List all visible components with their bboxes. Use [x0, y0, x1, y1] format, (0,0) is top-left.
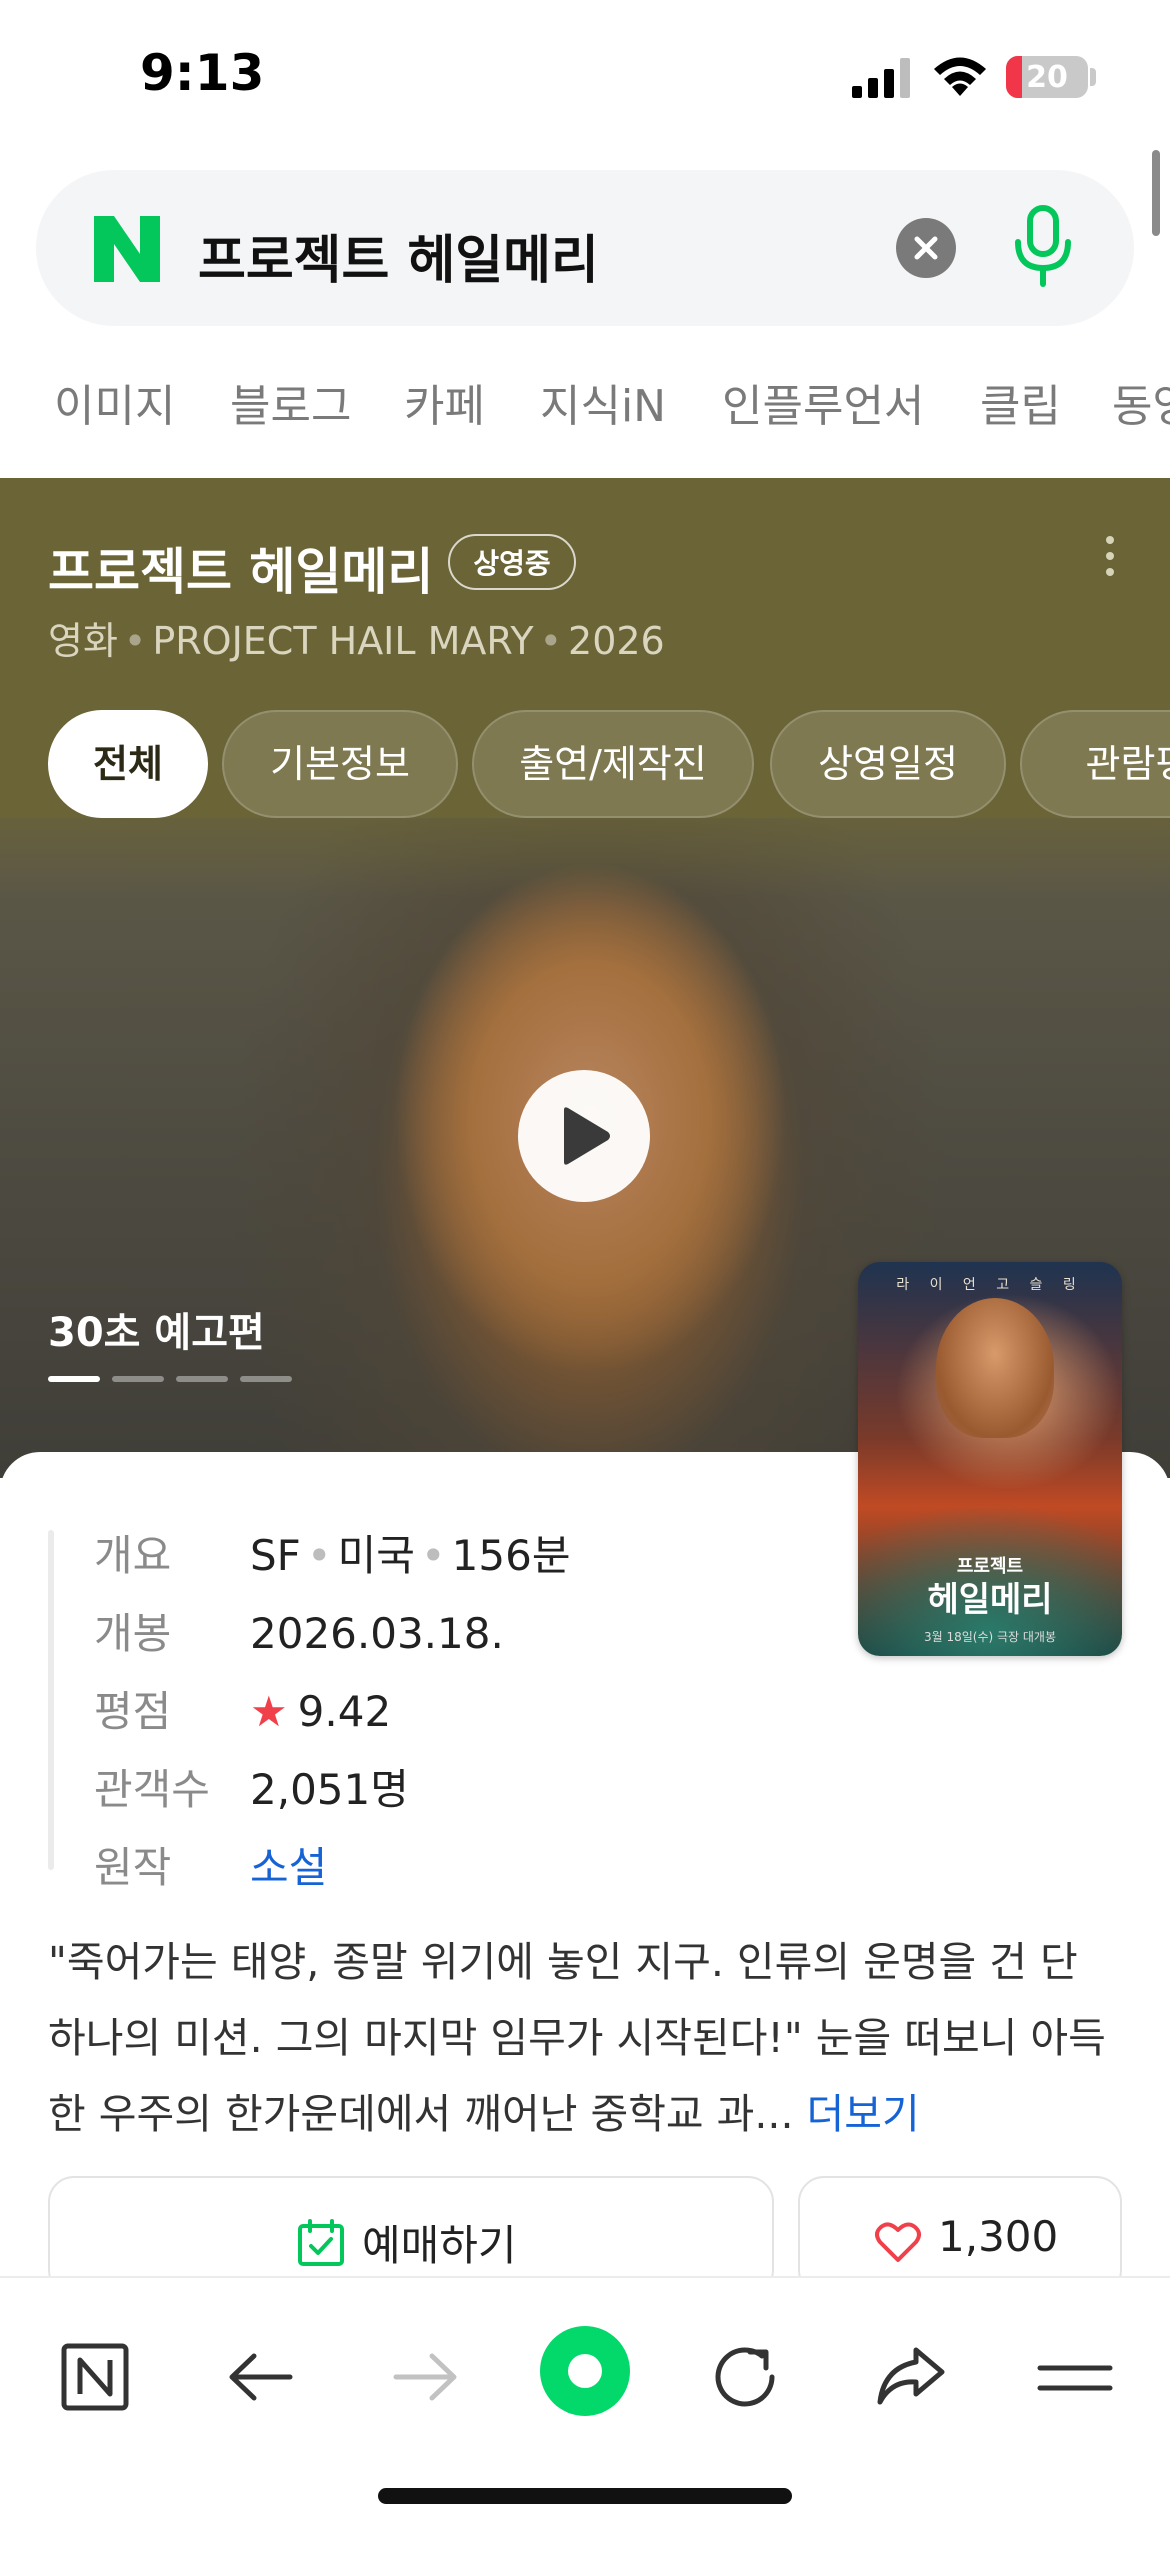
info-rating-row: 평점 ★ 9.42: [94, 1678, 391, 1739]
menu-icon[interactable]: [1030, 2332, 1120, 2422]
movie-year: 2026: [568, 619, 665, 663]
battery-tip: [1090, 68, 1096, 86]
clear-search-button[interactable]: [896, 218, 956, 278]
trailer-pager-segment: [48, 1376, 100, 1382]
tab-knowledge-in[interactable]: 지식iN: [540, 370, 666, 434]
audience-label: 관객수: [94, 1765, 210, 1814]
trailer-label: 30초 예고편: [48, 1310, 265, 1356]
tab-cafe[interactable]: 카페: [404, 370, 485, 434]
more-options-icon[interactable]: [1100, 536, 1120, 586]
cellular-signal-icon: [852, 58, 910, 98]
tab-blog[interactable]: 블로그: [230, 370, 351, 434]
naver-logo-icon: [94, 216, 160, 282]
forward-arrow-icon[interactable]: [380, 2332, 470, 2422]
poster-title-large: 헤일메리: [927, 1580, 1053, 1620]
battery-icon: 20: [1006, 56, 1088, 98]
tab-cast-crew[interactable]: 출연/제작진: [472, 710, 754, 818]
voice-search-icon[interactable]: [1008, 204, 1078, 294]
play-button[interactable]: [518, 1070, 650, 1202]
release-label: 개봉: [94, 1609, 172, 1658]
play-icon: [564, 1107, 610, 1165]
search-bar[interactable]: 프로젝트 헤일메리: [36, 170, 1134, 326]
trailer-pager-segment: [240, 1376, 292, 1382]
movie-english-title: PROJECT HAIL MARY: [152, 619, 534, 663]
synopsis: "죽어가는 태양, 종말 위기에 놓인 지구. 인류의 운명을 건 단 하나의 …: [48, 1924, 1128, 2152]
tab-images[interactable]: 이미지: [54, 370, 175, 434]
share-icon[interactable]: [866, 2332, 956, 2422]
movie-meta: 영화 • PROJECT HAIL MARY • 2026: [48, 619, 665, 663]
status-bar: 9:13 20: [0, 0, 1170, 150]
overview-label: 개요: [94, 1531, 172, 1580]
info-divider: [48, 1530, 54, 1870]
back-arrow-icon[interactable]: [216, 2332, 306, 2422]
poster-hero-figure: [936, 1298, 1054, 1438]
tab-basic-info[interactable]: 기본정보: [222, 710, 458, 818]
poster-release-note: 3월 18일(수) 극장 대개봉: [923, 1630, 1057, 1644]
movie-type: 영화: [48, 619, 118, 663]
search-vertical-tabs: 이미지 블로그 카페 지식iN 인플루언서 클립 동영: [0, 370, 1170, 450]
reload-icon[interactable]: [700, 2332, 790, 2422]
rating-value: 9.42: [297, 1687, 392, 1736]
book-label: 예매하기: [362, 2221, 517, 2270]
tab-reviews[interactable]: 관람평: [1020, 710, 1170, 818]
tab-showtimes[interactable]: 상영일정: [770, 710, 1006, 818]
info-overview-row: 개요 SF • 미국 • 156분: [94, 1522, 570, 1583]
info-audience-row: 관객수 2,051명: [94, 1756, 409, 1817]
info-original-row: 원작 소설: [94, 1834, 327, 1895]
tab-all[interactable]: 전체: [48, 710, 208, 818]
status-time: 9:13: [140, 44, 265, 102]
audience-count: 2,051명: [250, 1765, 409, 1814]
movie-title[interactable]: 프로젝트 헤일메리: [48, 532, 433, 604]
star-icon: ★: [250, 1687, 288, 1736]
green-dot-icon[interactable]: [538, 2324, 632, 2418]
like-count: 1,300: [938, 2212, 1059, 2261]
rating-label: 평점: [94, 1687, 172, 1736]
home-indicator[interactable]: [378, 2488, 792, 2504]
status-badge: 상영중: [448, 534, 576, 590]
trailer-pager-segment: [112, 1376, 164, 1382]
battery-percent: 20: [1026, 60, 1068, 95]
synopsis-text: "죽어가는 태양, 종말 위기에 놓인 지구. 인류의 운명을 건 단 하나의 …: [48, 1938, 1106, 2138]
tab-video[interactable]: 동영: [1112, 370, 1170, 434]
overview-genre: SF: [250, 1531, 301, 1580]
overview-runtime: 156분: [451, 1531, 571, 1580]
release-date: 2026.03.18.: [250, 1609, 504, 1658]
wifi-icon: [934, 57, 986, 96]
naver-home-icon[interactable]: [50, 2332, 140, 2422]
movie-tabs: 전체 기본정보 출연/제작진 상영일정 관람평: [48, 710, 1170, 818]
tab-clip[interactable]: 클립: [980, 370, 1061, 434]
scrollbar[interactable]: [1152, 150, 1160, 236]
info-release-row: 개봉 2026.03.18.: [94, 1600, 504, 1661]
trailer-pager-segment: [176, 1376, 228, 1382]
overview-country: 미국: [337, 1531, 415, 1580]
synopsis-more-link[interactable]: 더보기: [807, 2090, 920, 2138]
close-icon: [914, 236, 938, 260]
original-work-link[interactable]: 소설: [250, 1843, 327, 1892]
movie-poster[interactable]: 라 이 언 고 슬 링 프로젝트 헤일메리 3월 18일(수) 극장 대개봉: [858, 1262, 1122, 1656]
trailer-pager: [48, 1376, 292, 1382]
heart-icon: [875, 2222, 921, 2262]
search-query[interactable]: 프로젝트 헤일메리: [198, 218, 599, 293]
poster-top-text: 라 이 언 고 슬 링: [896, 1277, 1084, 1293]
original-label: 원작: [94, 1843, 172, 1892]
tab-influencer[interactable]: 인플루언서: [722, 370, 924, 434]
calendar-check-icon: [298, 2219, 344, 2266]
